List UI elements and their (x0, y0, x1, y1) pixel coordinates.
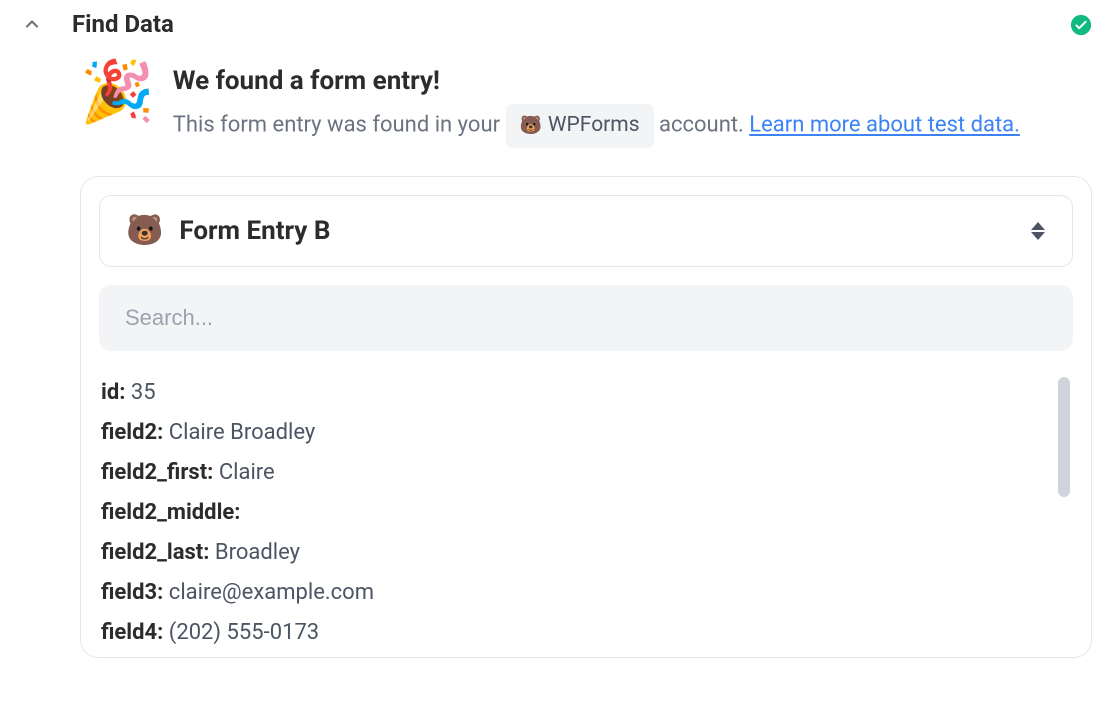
field-key: field2_last: (101, 540, 209, 565)
form-select-label: Form Entry B (179, 216, 1014, 246)
form-entry-select[interactable]: 🐻 Form Entry B (99, 195, 1073, 267)
party-popper-icon: 🎉 (80, 62, 155, 122)
field-row: field2_last: Broadley (101, 533, 1073, 573)
learn-more-link[interactable]: Learn more about test data. (749, 113, 1020, 138)
field-row: field2_middle: (101, 493, 1073, 533)
header: Find Data (0, 0, 1116, 48)
integration-pill: 🐻 WPForms (506, 104, 654, 148)
pill-label: WPForms (548, 108, 640, 144)
found-section: 🎉 We found a form entry! This form entry… (80, 66, 1092, 148)
field-key: id: (101, 380, 125, 405)
field-value: 35 (131, 380, 156, 405)
fields-list: id: 35 field2: Claire Broadley field2_fi… (99, 373, 1073, 645)
bear-icon: 🐻 (126, 216, 163, 246)
scrollbar-thumb[interactable] (1058, 377, 1070, 497)
field-key: field2_first: (101, 460, 213, 485)
chevron-up-icon (22, 14, 42, 34)
check-circle-icon (1070, 14, 1092, 36)
field-row: id: 35 (101, 373, 1073, 413)
field-row: field3: claire@example.com (101, 573, 1073, 613)
field-row: field2_first: Claire (101, 453, 1073, 493)
section-title: Find Data (72, 10, 174, 38)
field-key: field3: (101, 580, 163, 605)
field-value: claire@example.com (169, 580, 374, 605)
collapse-toggle[interactable] (20, 12, 44, 36)
field-key: field4: (101, 620, 163, 645)
found-title: We found a form entry! (173, 66, 1092, 96)
field-row: field2: Claire Broadley (101, 413, 1073, 453)
field-key: field2_middle: (101, 500, 240, 525)
status-success (1070, 14, 1092, 40)
field-row: field4: (202) 555-0173 (101, 613, 1073, 645)
content: 🎉 We found a form entry! This form entry… (0, 66, 1116, 658)
found-text: We found a form entry! This form entry w… (173, 66, 1092, 148)
found-subtitle: This form entry was found in your 🐻 WPFo… (173, 104, 1092, 148)
sort-icon (1030, 221, 1046, 241)
search-input[interactable] (99, 285, 1073, 351)
subtitle-prefix: This form entry was found in your (173, 113, 506, 138)
field-value: Broadley (215, 540, 300, 565)
field-value: Claire (219, 460, 275, 485)
subtitle-mid: account. (659, 113, 749, 138)
field-value: Claire Broadley (169, 420, 316, 445)
field-key: field2: (101, 420, 163, 445)
bear-icon: 🐻 (520, 111, 542, 142)
results-card: 🐻 Form Entry B id: 35 field2: Claire Bro… (80, 176, 1092, 658)
field-value: (202) 555-0173 (169, 620, 319, 645)
